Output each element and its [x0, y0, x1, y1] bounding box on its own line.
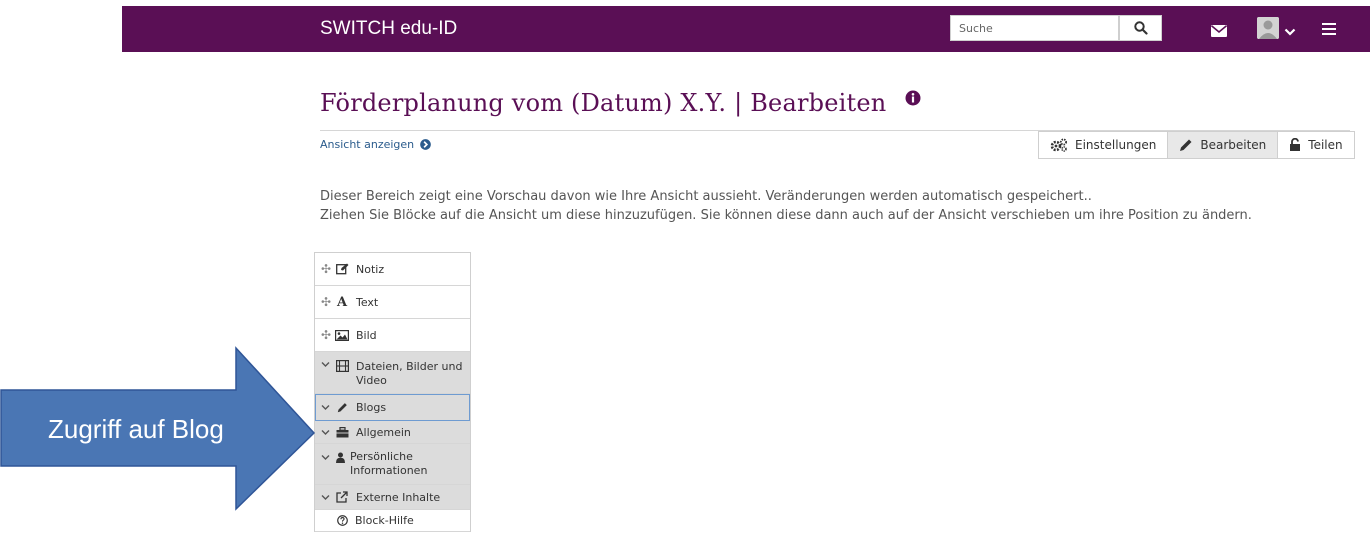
chevron-down-icon [321, 428, 331, 437]
annotation-arrow-label: Zugriff auf Blog [48, 414, 224, 444]
chevron-down-icon [1284, 28, 1296, 36]
user-avatar-button[interactable] [1257, 17, 1279, 39]
block-help-link[interactable]: Block-Hilfe [315, 510, 470, 532]
palette-category-label: Blogs [356, 400, 387, 414]
briefcase-icon [335, 426, 349, 438]
chevron-down-icon [321, 360, 331, 369]
palette-item-label: Bild [356, 328, 377, 342]
palette-category-external[interactable]: Externe Inhalte [315, 485, 470, 510]
block-palette: ✣ Notiz ✣ A Text ✣ Bild Dateien, Bilder … [314, 252, 471, 532]
search-icon [1133, 21, 1148, 35]
brand-title[interactable]: SWITCH edu-ID [320, 18, 457, 40]
instructions-line-2: Ziehen Sie Blöcke auf die Ansicht um die… [320, 208, 1252, 223]
search-input[interactable] [951, 16, 1127, 40]
palette-category-label: Dateien, Bilder und Video [356, 360, 463, 387]
edit-label: Bearbeiten [1200, 138, 1267, 152]
edit-button[interactable]: Bearbeiten [1168, 131, 1279, 159]
palette-item-label: Notiz [356, 262, 385, 276]
move-handle-icon[interactable]: ✣ [321, 328, 331, 342]
palette-category-blogs[interactable]: Blogs [315, 394, 470, 421]
palette-category-label: Externe Inhalte [356, 490, 441, 504]
user-avatar-icon [1257, 17, 1279, 39]
pencil-icon [1180, 139, 1192, 151]
note-edit-icon [335, 263, 349, 275]
page-title: Förderplanung vom (Datum) X.Y. | Bearbei… [320, 89, 887, 117]
palette-item-text[interactable]: ✣ A Text [315, 286, 470, 319]
palette-category-label: Persönliche Informationen [350, 450, 428, 477]
palette-item-notiz[interactable]: ✣ Notiz [315, 253, 470, 286]
palette-item-bild[interactable]: ✣ Bild [315, 319, 470, 352]
move-handle-icon[interactable]: ✣ [321, 262, 331, 276]
pencil-icon [335, 402, 349, 413]
image-icon [335, 329, 349, 341]
user-menu-toggle[interactable] [1284, 23, 1296, 36]
help-icon [335, 515, 349, 526]
chevron-down-icon [321, 453, 331, 462]
chevron-down-icon [321, 403, 331, 412]
search-button[interactable] [1119, 15, 1162, 41]
settings-button[interactable]: Einstellungen [1038, 131, 1169, 159]
main-menu-button[interactable] [1322, 21, 1336, 35]
user-icon [335, 452, 345, 463]
arrow-circle-right-icon [420, 139, 431, 150]
hamburger-menu-icon [1322, 23, 1336, 35]
palette-category-label: Allgemein [356, 425, 411, 439]
palette-category-personal[interactable]: Persönliche Informationen [315, 444, 470, 485]
info-icon[interactable] [905, 90, 921, 106]
block-help-label: Block-Hilfe [355, 514, 414, 527]
settings-label: Einstellungen [1075, 138, 1157, 152]
chevron-down-icon [321, 493, 331, 502]
instructions-line-1: Dieser Bereich zeigt eine Vorschau davon… [320, 189, 1092, 204]
envelope-icon [1210, 25, 1228, 37]
instructions-text: Dieser Bereich zeigt eine Vorschau davon… [320, 187, 1252, 225]
text-icon: A [336, 294, 348, 310]
palette-item-label: Text [356, 295, 379, 309]
move-handle-icon[interactable]: ✣ [321, 295, 331, 309]
share-label: Teilen [1308, 138, 1343, 152]
view-page-link[interactable]: Ansicht anzeigen [320, 138, 431, 151]
external-link-icon [335, 491, 349, 503]
film-icon [335, 360, 349, 372]
annotation-arrow [0, 346, 316, 511]
top-navbar: SWITCH edu-ID [122, 6, 1370, 52]
share-button[interactable]: Teilen [1278, 131, 1355, 159]
mail-button[interactable] [1210, 22, 1228, 37]
gears-icon [1050, 138, 1067, 152]
unlock-icon [1290, 138, 1301, 151]
palette-category-general[interactable]: Allgemein [315, 421, 470, 444]
view-page-label: Ansicht anzeigen [320, 138, 415, 151]
page-toolbar: Einstellungen Bearbeiten Teilen [1038, 131, 1355, 159]
search-box [950, 15, 1127, 41]
palette-category-files[interactable]: Dateien, Bilder und Video [315, 352, 470, 394]
